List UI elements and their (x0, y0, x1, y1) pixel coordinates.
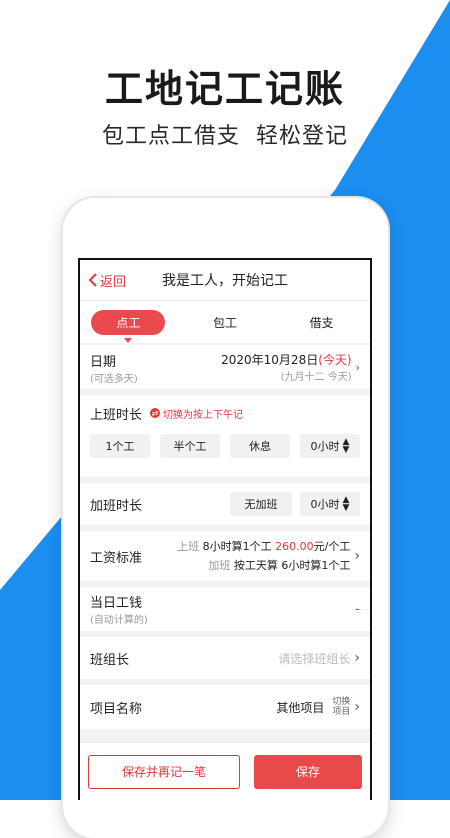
promo-tagline-right: 轻松登记 (256, 124, 349, 149)
tab-contract-work-label: 包工 (213, 315, 238, 330)
chevron-right-icon: › (354, 650, 360, 666)
daily-pay-hint: (自动计算的) (90, 615, 148, 626)
promo-headline: 工地记工记账 (104, 67, 345, 111)
team-leader-row[interactable]: 班组长 请选择班组长 › (80, 637, 370, 679)
daily-pay-value: - (355, 601, 360, 617)
app-screen: 返回 我是工人，开始记工 点工 包工 借支 日期 (可选多天) 2020年10月… (78, 258, 372, 800)
team-leader-label: 班组长 (90, 652, 130, 668)
wage-ot-tag: 加班 (208, 559, 231, 572)
sort-updown-icon: ▲ ▼ (342, 437, 350, 455)
tab-advance[interactable]: 借支 (273, 314, 370, 331)
promo-tagline: 包工点工借支 轻松登记 (0, 118, 450, 150)
toggle-am-pm-label: 切换为按上下午记 (163, 409, 244, 421)
nav-bar: 返回 我是工人，开始记工 (80, 260, 370, 301)
wage-work-unit: 元/个工 (313, 540, 351, 553)
chevron-left-icon (88, 273, 97, 287)
promo-tagline-left: 包工点工借支 (101, 124, 240, 149)
switch-project-line1: 切换 (332, 697, 351, 707)
today-tag: (今天) (318, 353, 352, 367)
option-full-day-button[interactable]: 1个工 (90, 434, 150, 458)
toggle-am-pm-button[interactable]: ⇄ 切换为按上下午记 (150, 406, 243, 421)
no-overtime-button[interactable]: 无加班 (230, 492, 292, 516)
date-row[interactable]: 日期 (可选多天) 2020年10月28日(今天) (九月十二 今天) › (80, 345, 370, 389)
project-row[interactable]: 项目名称 其他项目 切换 项目 › (80, 685, 370, 729)
work-hours-value: 0小时 (310, 440, 340, 453)
switch-project-line2: 项目 (332, 707, 351, 717)
date-label: 日期 (90, 355, 117, 370)
overtime-hours-picker[interactable]: 0小时 ▲ ▼ (300, 492, 360, 516)
save-button[interactable]: 保存 (254, 754, 362, 789)
team-leader-placeholder: 请选择班组长 (278, 651, 351, 666)
back-label: 返回 (100, 274, 127, 290)
sort-updown-icon: ▲ ▼ (342, 495, 350, 513)
daily-pay-row: 当日工钱 (自动计算的) - (80, 587, 370, 631)
tab-advance-label: 借支 (309, 315, 334, 330)
work-hours-section: 上班时长 ⇄ 切换为按上下午记 1个工 半个工 休息 0小时 ▲ ▼ (80, 395, 370, 477)
option-half-day-button[interactable]: 半个工 (160, 434, 220, 458)
project-value: 其他项目 (276, 700, 325, 715)
work-hours-picker[interactable]: 0小时 ▲ ▼ (300, 434, 360, 458)
switch-icon: ⇄ (150, 408, 161, 418)
overtime-label: 加班时长 (90, 498, 143, 514)
wage-overtime-line: 加班 按工天算 6小时算1个工 (177, 556, 350, 575)
wage-standard-row[interactable]: 工资标准 上班 8小时算1个工 260.00元/个工 加班 按工天算 6小时算1… (80, 531, 370, 581)
back-button[interactable]: 返回 (88, 260, 126, 300)
chevron-right-icon: › (354, 548, 360, 564)
wage-work-rule: 8小时算1个工 (202, 540, 272, 553)
date-hint: (可选多天) (90, 374, 138, 385)
wage-standard-label: 工资标准 (90, 550, 143, 566)
date-value: 2020年10月28日 (221, 353, 319, 367)
tab-point-work[interactable]: 点工 (80, 309, 177, 343)
tab-point-work-label: 点工 (91, 309, 166, 343)
overtime-hours-value: 0小时 (310, 498, 340, 511)
work-hours-label: 上班时长 (90, 407, 143, 423)
wage-work-tag: 上班 (177, 540, 200, 553)
tab-contract-work[interactable]: 包工 (177, 314, 274, 331)
daily-pay-label: 当日工钱 (90, 596, 143, 611)
wage-work-line: 上班 8小时算1个工 260.00元/个工 (177, 537, 350, 556)
chevron-right-icon: › (355, 360, 360, 374)
footer-bar: 保存并再记一笔 保存 (80, 742, 370, 800)
overtime-section: 加班时长 无加班 0小时 ▲ ▼ (80, 483, 370, 525)
wage-ot-mode: 按工天算 (233, 559, 278, 572)
save-and-add-another-button[interactable]: 保存并再记一笔 (88, 754, 240, 789)
date-value-line: 2020年10月28日(今天) (221, 351, 351, 368)
lunar-date: (九月十二 今天) (280, 372, 352, 383)
switch-project-button[interactable]: 切换 项目 (332, 697, 350, 717)
chevron-right-icon: › (354, 699, 360, 715)
record-type-tabs: 点工 包工 借支 (80, 301, 370, 343)
project-label: 项目名称 (90, 701, 143, 717)
option-rest-button[interactable]: 休息 (230, 434, 290, 458)
wage-ot-rule: 6小时算1个工 (281, 559, 351, 572)
wage-work-amount: 260.00 (275, 540, 314, 553)
